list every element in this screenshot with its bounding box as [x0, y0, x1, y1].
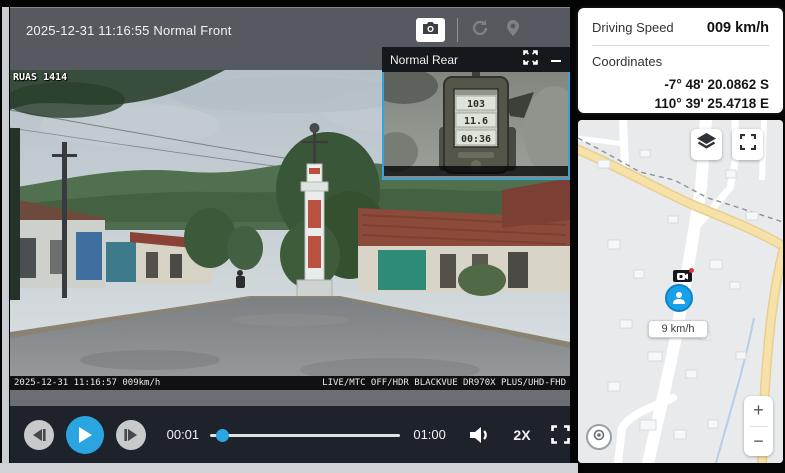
volume-button[interactable] [470, 426, 491, 444]
recording-dot [689, 268, 694, 273]
model-stamp: LIVE/MTC OFF/HDR BLACKVUE DR970X PLUS/UH… [322, 378, 566, 388]
next-frame-button[interactable] [116, 420, 146, 450]
rear-camera-pip[interactable]: Normal Rear [382, 47, 570, 180]
total-time: 01:00 [413, 427, 446, 442]
map-layers-button[interactable] [691, 129, 722, 160]
playback-controls: 00:01 01:00 2X [10, 406, 570, 463]
coordinates-label: Coordinates [592, 54, 769, 69]
seek-thumb[interactable] [216, 429, 229, 442]
layers-icon [697, 133, 716, 156]
map-fullscreen-icon [740, 134, 756, 155]
svg-text:11.6: 11.6 [464, 116, 488, 127]
seek-slider[interactable] [210, 428, 400, 442]
video-stamp-bar: 2025-12-31 11:16:57 009km/h LIVE/MTC OFF… [10, 376, 570, 390]
video-title: 2025-12-31 11:16:55 Normal Front [26, 23, 232, 38]
current-time: 00:01 [167, 427, 200, 442]
minimize-icon[interactable] [550, 51, 562, 69]
zoom-in-button[interactable]: + [744, 396, 773, 426]
timestamp-stamp: 2025-12-31 11:16:57 009km/h [14, 378, 160, 388]
previous-frame-button[interactable] [24, 420, 54, 450]
play-button[interactable] [66, 416, 104, 454]
expand-icon[interactable] [523, 50, 538, 70]
window-edge-left [2, 7, 9, 473]
fullscreen-button[interactable] [551, 425, 570, 444]
snapshot-button[interactable] [416, 18, 445, 42]
rear-camera-video[interactable]: 103 11.6 00:36 [382, 72, 570, 180]
map-fullscreen-button[interactable] [732, 129, 763, 160]
playback-speed-button[interactable]: 2X [513, 427, 530, 443]
titlebar-divider [457, 18, 458, 42]
camera-icon [422, 21, 439, 40]
zoom-out-button[interactable]: − [744, 427, 773, 457]
window-edge-bottom [0, 463, 578, 473]
map-panel[interactable]: 9 km/h + − [578, 120, 783, 463]
svg-text:00:36: 00:36 [461, 134, 491, 145]
marker-speed-label: 9 km/h [648, 320, 708, 338]
map-pin-icon[interactable] [504, 19, 522, 42]
seek-track[interactable] [210, 434, 400, 437]
route-stamp: RUAS 1414 [13, 72, 67, 83]
map-zoom-control: + − [744, 396, 773, 456]
driving-speed-value: 009 km/h [707, 20, 769, 36]
svg-text:103: 103 [467, 99, 485, 110]
pip-header: Normal Rear [382, 47, 570, 72]
vehicle-marker[interactable] [664, 270, 694, 316]
longitude-value: 110° 39' 25.4718 E [592, 94, 769, 113]
camera-badge [673, 270, 692, 282]
video-player: 2025-12-31 11:16:55 Normal Front [10, 7, 570, 463]
info-divider [592, 45, 769, 46]
driving-speed-label: Driving Speed [592, 20, 674, 35]
street-view-button[interactable] [586, 424, 612, 450]
location-marker-icon [665, 284, 693, 312]
pegman-pin-icon [593, 428, 605, 446]
blackvue-viewer-window: 2025-12-31 11:16:55 Normal Front [0, 0, 785, 473]
drive-info-card: Driving Speed 009 km/h Coordinates -7° 4… [578, 8, 783, 113]
pip-title: Normal Rear [390, 53, 523, 67]
latitude-value: -7° 48' 20.0862 S [592, 75, 769, 94]
rotate-camera-icon[interactable] [470, 19, 490, 42]
gps-device-scene: 103 11.6 00:36 [384, 72, 568, 176]
